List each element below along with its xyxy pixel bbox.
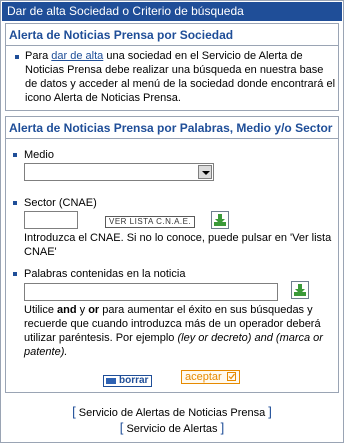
bullet-icon xyxy=(13,153,17,157)
servicio-alertas-link[interactable]: Servicio de Alertas xyxy=(126,423,217,435)
operator-or: or xyxy=(88,304,100,316)
bracket-open: [ xyxy=(119,420,124,435)
text-segment: Utilice xyxy=(24,304,58,316)
text-segment: y xyxy=(76,304,89,316)
footer-link-row-2: [ Servicio de Alertas ] xyxy=(5,421,339,436)
chevron-down-icon[interactable] xyxy=(198,165,212,179)
sector-label: Sector (CNAE) xyxy=(24,197,97,209)
eraser-icon xyxy=(106,378,116,384)
bracket-open: [ xyxy=(72,404,76,419)
download-arrow-icon[interactable] xyxy=(211,211,229,229)
company-alert-text: Para dar de alta una sociedad en el Serv… xyxy=(25,49,337,105)
bullet-icon xyxy=(15,55,19,59)
company-alert-title: Alerta de Noticias Prensa por Sociedad xyxy=(9,28,234,42)
aceptar-button[interactable]: aceptar xyxy=(181,370,240,384)
checkbox-icon xyxy=(226,372,236,381)
medio-select[interactable] xyxy=(24,163,214,181)
palabras-label: Palabras contenidas en la noticia xyxy=(24,268,186,280)
company-alert-panel: Alerta de Noticias Prensa por Sociedad P… xyxy=(5,23,339,111)
bracket-close: ] xyxy=(268,404,272,419)
sector-cnae-input[interactable] xyxy=(24,211,78,229)
bullet-icon xyxy=(13,201,17,205)
bracket-close: ] xyxy=(220,420,225,435)
keyword-alert-title: Alerta de Noticias Prensa por Palabras, … xyxy=(9,121,333,135)
footer-link-row-1: [ Servicio de Alertas de Noticias Prensa… xyxy=(5,405,339,420)
ver-lista-cnae-button[interactable]: VER LISTA C.N.A.E. xyxy=(105,216,196,228)
page-header: Dar de alta Sociedad o Criterio de búsqu… xyxy=(2,2,342,21)
keyword-alert-panel: Alerta de Noticias Prensa por Palabras, … xyxy=(5,116,339,393)
divider xyxy=(6,45,338,46)
borrar-button[interactable]: borrar xyxy=(103,375,153,387)
sector-help-text: Introduzca el CNAE. Si no lo conoce, pue… xyxy=(24,232,332,258)
operator-and: and xyxy=(57,304,77,316)
divider xyxy=(6,138,338,139)
palabras-help-text: Utilice and y or para aumentar el éxito … xyxy=(24,303,334,359)
palabras-input[interactable] xyxy=(24,283,278,301)
borrar-label: borrar xyxy=(119,375,149,386)
text-segment: Para xyxy=(25,50,52,62)
bullet-icon xyxy=(13,272,17,276)
medio-label: Medio xyxy=(24,149,54,161)
alert-form-window: Dar de alta Sociedad o Criterio de búsqu… xyxy=(0,0,344,443)
servicio-alertas-noticias-link[interactable]: Servicio de Alertas de Noticias Prensa xyxy=(79,407,265,419)
footer-links: [ Servicio de Alertas de Noticias Prensa… xyxy=(5,398,339,440)
dar-de-alta-link[interactable]: dar de alta xyxy=(51,50,103,62)
aceptar-label: aceptar xyxy=(185,371,222,383)
download-arrow-icon[interactable] xyxy=(291,281,309,299)
